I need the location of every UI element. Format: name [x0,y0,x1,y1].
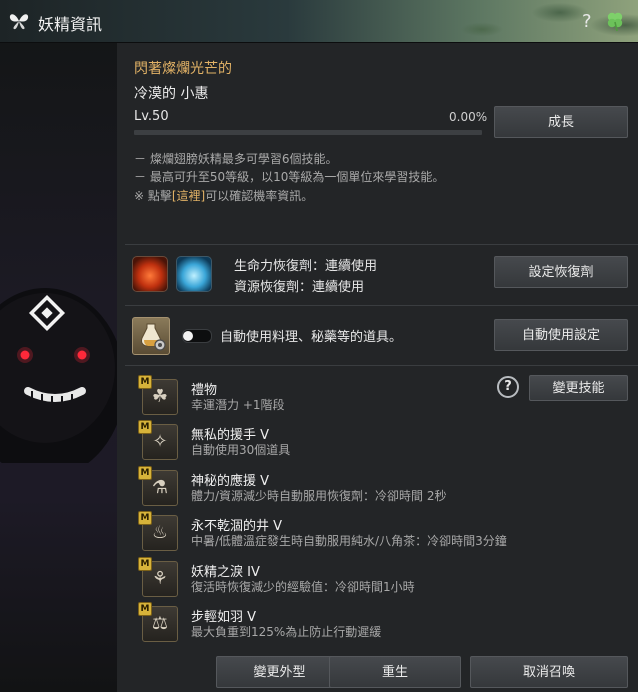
note-line-3-prefix: ※ 點擊 [134,189,172,203]
skill-desc: 最大負重到125%為止防止行動遲緩 [191,625,382,639]
skill-desc: 復活時恢復減少的經驗值：冷卻時間1小時 [191,580,415,594]
fairy-status: 閃著燦爛光芒的 [134,61,232,77]
divider [125,305,638,306]
change-skill-button[interactable]: 變更技能 [529,375,628,401]
sprout-tear-icon: M ⚘ [138,557,178,597]
skill-glyph: ⚖ [151,613,169,634]
divider [125,244,638,245]
skill-glyph: ✧ [152,431,168,452]
potion-cheer-icon: M ⚗ [138,466,178,506]
auto-use-settings-button[interactable]: 自動使用設定 [494,319,628,351]
skill-glyph: ⚘ [151,568,169,589]
skill-desc: 自動使用30個道具 [191,443,291,457]
title-bar: 妖精資訊 ? [0,0,638,43]
note-line-1: － 燦爛翅膀妖精最多可學習6個技能。 [134,152,338,166]
rebirth-button[interactable]: 重生 [329,656,461,688]
auto-use-flask-gear-icon [132,317,170,355]
set-potion-button[interactable]: 設定恢復劑 [494,256,628,288]
clover-icon: M ☘ [138,375,178,415]
skill-glyph: ⚗ [151,477,169,498]
clover-icon[interactable] [604,10,626,32]
note-line-2: － 最高可升至50等級，以10等級為一個單位來學習技能。 [134,170,445,184]
grow-button[interactable]: 成長 [494,106,628,138]
butterfly-icon [9,14,29,30]
exp-bar [134,130,482,135]
auto-use-toggle[interactable] [182,329,212,343]
skill-desc: 體力/資源減少時自動服用恢復劑：冷卻時間 2秒 [191,489,447,503]
mp-potion-label: 資源恢復劑：連續使用 [234,280,365,295]
change-appearance-button[interactable]: 變更外型 [216,656,343,688]
hp-potion-label: 生命力恢復劑：連續使用 [234,259,378,274]
fairy-hand-icon: M ✧ [138,420,178,460]
window-title: 妖精資訊 [38,15,103,34]
help-icon[interactable]: ? [582,11,592,32]
well-bowl-icon: M ♨ [138,511,178,551]
fairy-spirit-image [0,288,117,463]
skill-glyph: ♨ [151,522,169,543]
probability-link[interactable]: [這裡] [172,189,205,203]
auto-use-label: 自動使用料理、秘藥等的道具。 [220,330,403,345]
dismiss-button[interactable]: 取消召喚 [470,656,628,688]
skill-desc: 中暑/低體溫症發生時自動服用純水/八角茶：冷卻時間3分鐘 [191,534,507,548]
fairy-level: Lv.50 [134,109,169,124]
note-line-3-suffix: 可以確認機率資訊。 [205,189,314,203]
fairy-portrait [0,43,117,692]
feather-bag-icon: M ⚖ [138,602,178,642]
skill-glyph: ☘ [151,386,169,407]
mp-potion-icon [176,256,212,292]
skill-help-icon[interactable]: ? [497,376,519,398]
note-line-3: ※ 點擊[這裡]可以確認機率資訊。 [134,187,313,204]
fairy-name: 冷漠的 小惠 [134,86,209,102]
hp-potion-icon [132,256,168,292]
divider [125,365,638,366]
exp-percent: 0.00% [449,110,488,124]
skill-desc: 幸運潛力 +1階段 [191,398,285,412]
leaf-decoration [378,0,638,42]
